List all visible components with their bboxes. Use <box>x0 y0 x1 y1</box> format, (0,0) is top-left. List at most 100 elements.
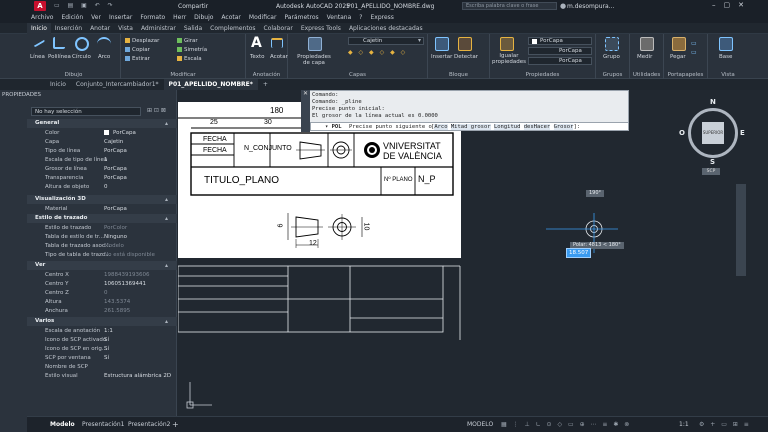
arc-button[interactable]: Arco <box>98 54 110 60</box>
scp-dropdown[interactable]: SCP <box>702 168 720 175</box>
property-value[interactable]: 261.5895 <box>104 307 130 315</box>
layer-dropdown[interactable]: Cajetin ▾ <box>348 37 424 45</box>
section-general[interactable]: General <box>27 119 177 128</box>
property-row[interactable]: Estilo visual Estructura alámbrica 2D <box>27 372 177 380</box>
compass-o[interactable]: O <box>679 129 685 137</box>
property-row[interactable]: Estilo de trazado PorColor <box>27 224 177 232</box>
dimension-icon[interactable] <box>271 38 283 48</box>
property-value[interactable]: PorColor <box>104 224 127 232</box>
menu-item[interactable]: Acotar <box>217 12 244 23</box>
command-input[interactable]: ▾ POL Precise punto siguiente o [Arco Mi… <box>310 122 629 131</box>
menu-item[interactable]: Parámetros <box>280 12 322 23</box>
property-value[interactable]: 1988439193606 <box>104 271 150 279</box>
user-name[interactable]: m.desompura... <box>567 3 614 10</box>
menu-item[interactable]: Ventana <box>323 12 356 23</box>
group-icon[interactable] <box>605 37 619 51</box>
match-properties-button[interactable]: Igualar propiedades <box>492 53 526 65</box>
property-value[interactable]: PorCapa <box>104 147 127 155</box>
tab-colaborar[interactable]: Colaborar <box>260 23 297 34</box>
measure-button[interactable]: Medir <box>637 54 652 60</box>
compass-e[interactable]: E <box>740 129 745 137</box>
mirror-button[interactable]: Simetría <box>177 47 207 53</box>
property-value[interactable]: 106051369441 <box>104 280 146 288</box>
menu-item[interactable]: Edición <box>57 12 87 23</box>
circle-button[interactable]: Círculo <box>72 54 91 60</box>
paste-icon[interactable] <box>672 37 686 51</box>
property-value[interactable]: Sí <box>104 345 109 353</box>
property-row[interactable]: Escala de anotación 1:1 <box>27 327 177 335</box>
quick-access-icons[interactable]: ▭ ▤ ▣ ↶ ↷ <box>54 2 116 9</box>
status-tail-icons[interactable]: ⚙ + ▭ ⊞ ≡ <box>695 417 755 432</box>
property-value[interactable]: Estructura alámbrica 2D <box>104 372 171 380</box>
polyline-button[interactable]: Polilínea <box>48 54 71 60</box>
share-button[interactable]: Compartir <box>178 3 208 10</box>
menu-item[interactable]: Modificar <box>245 12 281 23</box>
property-row[interactable]: Material PorCapa <box>27 205 177 213</box>
layer-properties-button[interactable]: Propiedades de capa <box>294 54 334 66</box>
menu-item[interactable]: Formato <box>136 12 169 23</box>
property-value[interactable]: PorCapa <box>104 205 127 213</box>
window-controls[interactable]: –▢✕ <box>712 1 752 9</box>
property-row[interactable]: Color PorCapa <box>27 129 177 137</box>
property-row[interactable]: Tabla de estilo de tr... Ninguno <box>27 233 177 241</box>
tab-vista[interactable]: Vista <box>114 23 137 34</box>
tab-complementos[interactable]: Complementos <box>206 23 259 34</box>
option-arco[interactable]: Arco <box>434 124 448 130</box>
insert-button[interactable]: Insertar <box>431 54 452 60</box>
property-value[interactable]: 0 <box>104 289 108 297</box>
line-icon[interactable] <box>30 34 46 48</box>
text-button[interactable]: Texto <box>250 54 265 60</box>
menu-item[interactable]: ? <box>355 12 366 23</box>
viewcube[interactable]: SUPERIOR N S E O <box>679 98 745 166</box>
base-button[interactable]: Base <box>719 54 732 60</box>
property-row[interactable]: Icono de SCP en orig... Sí <box>27 345 177 353</box>
layer-tool-icons[interactable]: ◆ ◇ ◆ ◇ ◆ ◇ <box>348 49 407 56</box>
line-button[interactable]: Línea <box>30 54 45 60</box>
compass-s[interactable]: S <box>710 158 715 166</box>
compass-n[interactable]: N <box>710 98 716 106</box>
property-value[interactable]: 1 <box>104 156 108 164</box>
property-value[interactable]: Sí <box>104 336 109 344</box>
tab-aplicaciones[interactable]: Aplicaciones destacadas <box>345 23 427 34</box>
tab-anotar[interactable]: Anotar <box>86 23 114 34</box>
text-icon[interactable]: A <box>251 35 262 51</box>
measure-icon[interactable] <box>640 37 654 51</box>
property-value[interactable]: PorCapa <box>104 165 127 173</box>
menu-item[interactable]: Ver <box>87 12 105 23</box>
property-row[interactable]: Altura 143.5374 <box>27 298 177 306</box>
layout-tab-2[interactable]: Presentación2 <box>124 417 174 432</box>
search-box[interactable]: Escriba palabra clave o frase <box>462 2 557 10</box>
autocad-logo[interactable]: A <box>34 1 46 11</box>
search-input[interactable]: Escriba palabra clave o frase <box>466 3 538 10</box>
base-icon[interactable] <box>719 37 733 51</box>
insert-icon[interactable] <box>435 37 449 51</box>
menu-item[interactable]: Dibujo <box>190 12 217 23</box>
layout-tab-model[interactable]: Modelo <box>46 417 79 432</box>
option-longitud[interactable]: Longitud <box>493 124 521 130</box>
menu-item[interactable]: Express <box>366 12 397 23</box>
option-grosor[interactable]: Grosor <box>553 124 574 130</box>
property-row[interactable]: Tipo de línea PorCapa <box>27 147 177 155</box>
property-row[interactable]: Centro Z 0 <box>27 289 177 297</box>
move-button[interactable]: Desplazar <box>125 38 159 44</box>
navigation-bar[interactable] <box>736 184 746 276</box>
clipboard-tool-icons[interactable]: ▭ ▭ <box>691 39 697 57</box>
section-misc[interactable]: Varios <box>27 317 177 326</box>
dimension-button[interactable]: Acotar <box>270 54 288 60</box>
property-row[interactable]: SCP por ventana Sí <box>27 354 177 362</box>
chevron-up-icon[interactable]: ▴ <box>165 261 168 270</box>
property-row[interactable]: Altura de objeto 0 <box>27 183 177 191</box>
user-icon[interactable]: ● <box>560 2 566 10</box>
property-value[interactable]: Ninguno <box>104 233 127 241</box>
color-dropdown[interactable]: PorCapa <box>528 37 592 45</box>
property-value[interactable]: No está disponible <box>104 251 155 259</box>
tab-express-tools[interactable]: Express Tools <box>297 23 345 34</box>
section-visual3d[interactable]: Visualización 3D <box>27 195 177 204</box>
chevron-up-icon[interactable]: ▴ <box>165 317 168 326</box>
property-row[interactable]: Centro Y 106051369441 <box>27 280 177 288</box>
section-plotstyle[interactable]: Estilo de trazado <box>27 214 177 223</box>
menu-item[interactable]: Insertar <box>105 12 136 23</box>
layer-properties-icon[interactable] <box>308 37 322 51</box>
property-row[interactable]: Anchura 261.5895 <box>27 307 177 315</box>
menu-item[interactable]: Archivo <box>27 12 57 23</box>
